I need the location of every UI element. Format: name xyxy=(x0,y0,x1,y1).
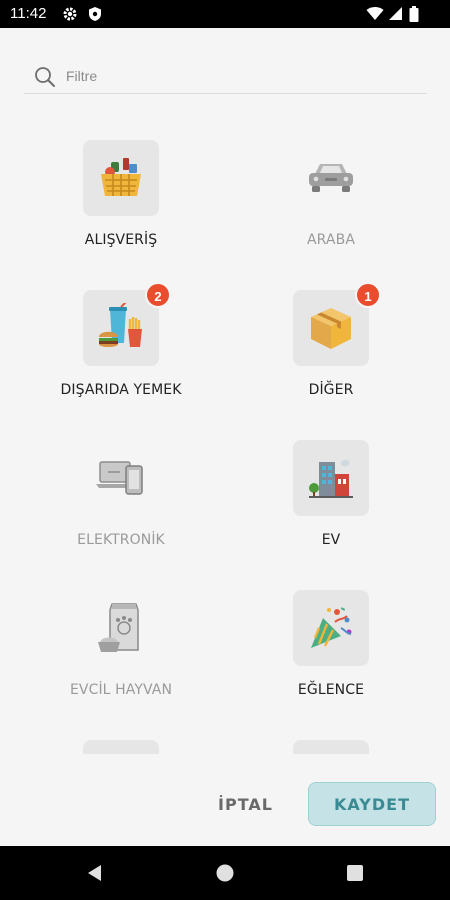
category-tile[interactable] xyxy=(293,740,369,754)
category-other[interactable]: 1 DİĞER xyxy=(237,276,450,426)
recents-icon[interactable] xyxy=(345,863,365,883)
category-label: EVCİL HAYVAN xyxy=(69,682,173,698)
category-tile[interactable] xyxy=(83,140,159,216)
battery-icon xyxy=(409,6,419,22)
category-eating-out[interactable]: 2 DIŞARIDA YEMEK xyxy=(37,276,257,426)
category-label: DIŞARIDA YEMEK xyxy=(60,382,182,398)
category-picker-dialog: ALIŞVERİŞ ARABA xyxy=(0,28,450,846)
category-label: DİĞER xyxy=(308,382,354,398)
search-icon xyxy=(35,67,55,87)
shopping-basket-icon xyxy=(101,158,141,196)
shield-icon xyxy=(89,7,101,21)
category-label: ELEKTRONİK xyxy=(77,532,165,548)
signal-icon xyxy=(389,7,402,20)
notification-badge: 1 xyxy=(355,282,381,308)
save-button[interactable]: KAYDET xyxy=(308,782,436,826)
category-label: ALIŞVERİŞ xyxy=(84,232,158,248)
category-tile[interactable] xyxy=(83,440,159,516)
category-partial[interactable] xyxy=(237,726,450,754)
pet-food-icon xyxy=(98,603,139,652)
category-electronics[interactable]: ELEKTRONİK xyxy=(37,426,257,576)
gear-icon xyxy=(63,7,77,21)
search-bar xyxy=(24,60,427,94)
building-icon xyxy=(309,459,353,498)
home-icon[interactable] xyxy=(215,863,235,883)
status-bar: 11:42 xyxy=(0,0,450,28)
category-home[interactable]: EV xyxy=(237,426,450,576)
category-label: EV xyxy=(321,532,341,548)
category-grid: ALIŞVERİŞ ARABA 2 DIŞARIDA YEMEK 1 DİĞER… xyxy=(0,126,450,754)
category-tile[interactable] xyxy=(293,590,369,666)
box-icon xyxy=(311,308,351,349)
wifi-icon xyxy=(366,7,384,20)
category-car[interactable]: ARABA xyxy=(237,126,450,276)
cancel-button[interactable]: İPTAL xyxy=(198,782,293,826)
category-tile[interactable] xyxy=(83,740,159,754)
category-partial[interactable] xyxy=(37,726,257,754)
car-icon xyxy=(309,164,353,192)
category-label: ARABA xyxy=(307,232,355,248)
navigation-bar xyxy=(0,846,450,900)
category-tile[interactable] xyxy=(83,590,159,666)
search-input[interactable] xyxy=(66,64,406,88)
category-tile[interactable] xyxy=(293,440,369,516)
notification-badge: 2 xyxy=(145,282,171,308)
category-label: EĞLENCE xyxy=(297,682,365,698)
category-shopping[interactable]: ALIŞVERİŞ xyxy=(37,126,257,276)
back-icon[interactable] xyxy=(85,863,105,883)
party-popper-icon xyxy=(311,607,352,648)
devices-icon xyxy=(96,461,143,495)
category-entertainment[interactable]: EĞLENCE xyxy=(237,576,450,726)
category-pets[interactable]: EVCİL HAYVAN xyxy=(37,576,257,726)
dialog-actions: İPTAL KAYDET xyxy=(0,774,450,846)
fast-food-icon xyxy=(99,303,142,347)
status-time: 11:42 xyxy=(10,5,47,22)
category-tile[interactable] xyxy=(293,140,369,216)
